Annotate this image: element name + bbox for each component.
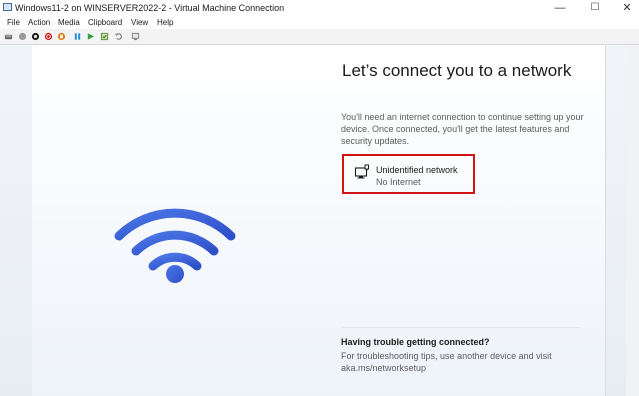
resume-icon[interactable] (86, 32, 95, 41)
toolbar (0, 29, 639, 45)
network-list-item[interactable]: Unidentified network No Internet (342, 154, 475, 194)
ethernet-monitor-icon (354, 164, 369, 179)
section-divider (342, 327, 580, 328)
vm-connection-icon (3, 3, 12, 11)
wifi-icon (114, 208, 236, 283)
shut-down-icon[interactable] (44, 32, 53, 41)
close-button[interactable]: ✕ (612, 0, 639, 16)
start-icon[interactable] (18, 32, 27, 41)
card-edge (605, 45, 606, 396)
pause-icon[interactable] (73, 32, 82, 41)
window-title: Windows11-2 on WINSERVER2022-2 - Virtual… (15, 3, 285, 13)
ctrl-alt-del-icon[interactable] (4, 32, 13, 41)
revert-icon[interactable] (114, 32, 123, 41)
vm-screen[interactable] (0, 45, 639, 396)
page-description: You'll need an internet connection to co… (341, 112, 584, 146)
title-bar[interactable]: Windows11-2 on WINSERVER2022-2 - Virtual… (0, 0, 639, 16)
menu-bar: File Action Media Clipboard View Help (0, 16, 639, 29)
checkpoint-icon[interactable] (100, 32, 109, 41)
network-status: No Internet (376, 177, 421, 187)
save-icon[interactable] (57, 32, 66, 41)
menu-file[interactable]: File (7, 18, 20, 27)
menu-view[interactable]: View (131, 18, 148, 27)
troubleshoot-heading: Having trouble getting connected? (341, 337, 490, 347)
page-title: Let’s connect you to a network (342, 61, 572, 80)
menu-media[interactable]: Media (58, 18, 80, 27)
network-name: Unidentified network (376, 165, 458, 175)
vm-connection-window: Windows11-2 on WINSERVER2022-2 - Virtual… (0, 0, 639, 396)
menu-action[interactable]: Action (28, 18, 50, 27)
turn-off-icon[interactable] (31, 32, 40, 41)
maximize-button[interactable]: ☐ (580, 0, 610, 16)
troubleshoot-text: For troubleshooting tips, use another de… (341, 351, 552, 373)
menu-clipboard[interactable]: Clipboard (88, 18, 122, 27)
minimize-button[interactable]: — (545, 0, 575, 16)
menu-help[interactable]: Help (157, 18, 173, 27)
enhanced-session-icon[interactable] (131, 32, 140, 41)
vm-scroll-strip (626, 45, 639, 396)
